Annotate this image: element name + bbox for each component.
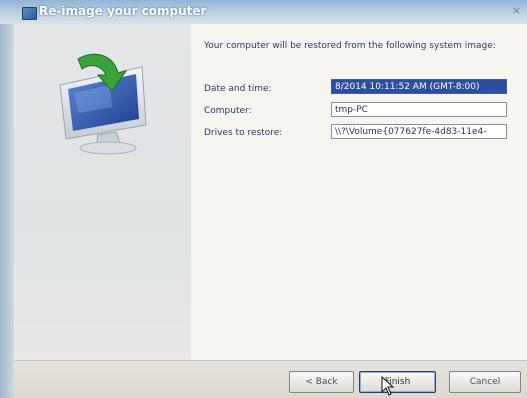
system-restore-window-icon	[22, 7, 37, 20]
finish-button[interactable]: Finish	[359, 371, 436, 393]
date-time-field[interactable]: 8/2014 10:11:52 AM (GMT-8:00)	[331, 79, 507, 94]
re-image-dialog: Re-image your computer × Your computer w…	[0, 0, 527, 398]
drives-to-restore-label: Drives to restore:	[204, 128, 283, 138]
restore-computer-monitor-icon	[59, 53, 147, 155]
cancel-button[interactable]: Cancel	[449, 371, 521, 393]
mouse-pointer-icon	[381, 376, 395, 396]
restore-intro-text: Your computer will be restored from the …	[204, 41, 496, 51]
drives-to-restore-field[interactable]: \\?\Volume{077627fe-4d83-11e4-	[331, 124, 507, 139]
back-button[interactable]: < Back	[289, 371, 354, 393]
main-panel	[191, 24, 527, 360]
window-frame	[0, 24, 14, 398]
close-icon[interactable]: ×	[512, 4, 521, 17]
window-title: Re-image your computer	[39, 4, 207, 18]
title-bar[interactable]: Re-image your computer ×	[0, 0, 527, 24]
date-time-label: Date and time:	[204, 84, 272, 94]
computer-label: Computer:	[204, 106, 252, 116]
computer-field[interactable]: tmp-PC	[331, 102, 507, 117]
